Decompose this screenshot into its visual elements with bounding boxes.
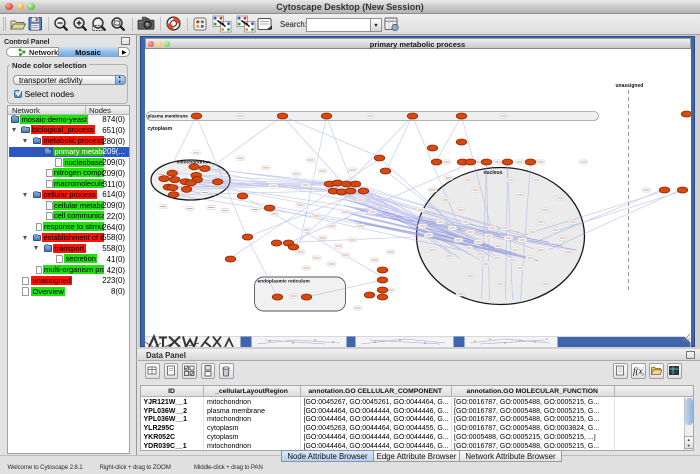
svg-text:unassigned: unassigned — [615, 83, 643, 89]
svg-text:cytoplasm: cytoplasm — [147, 126, 172, 132]
svg-text:endoplasmic reticulum: endoplasmic reticulum — [257, 279, 309, 285]
svg-text:plasma membrane: plasma membrane — [147, 114, 188, 119]
svg-text:nucleus: nucleus — [483, 170, 502, 176]
svg-text:f(x): f(x) — [633, 366, 644, 376]
